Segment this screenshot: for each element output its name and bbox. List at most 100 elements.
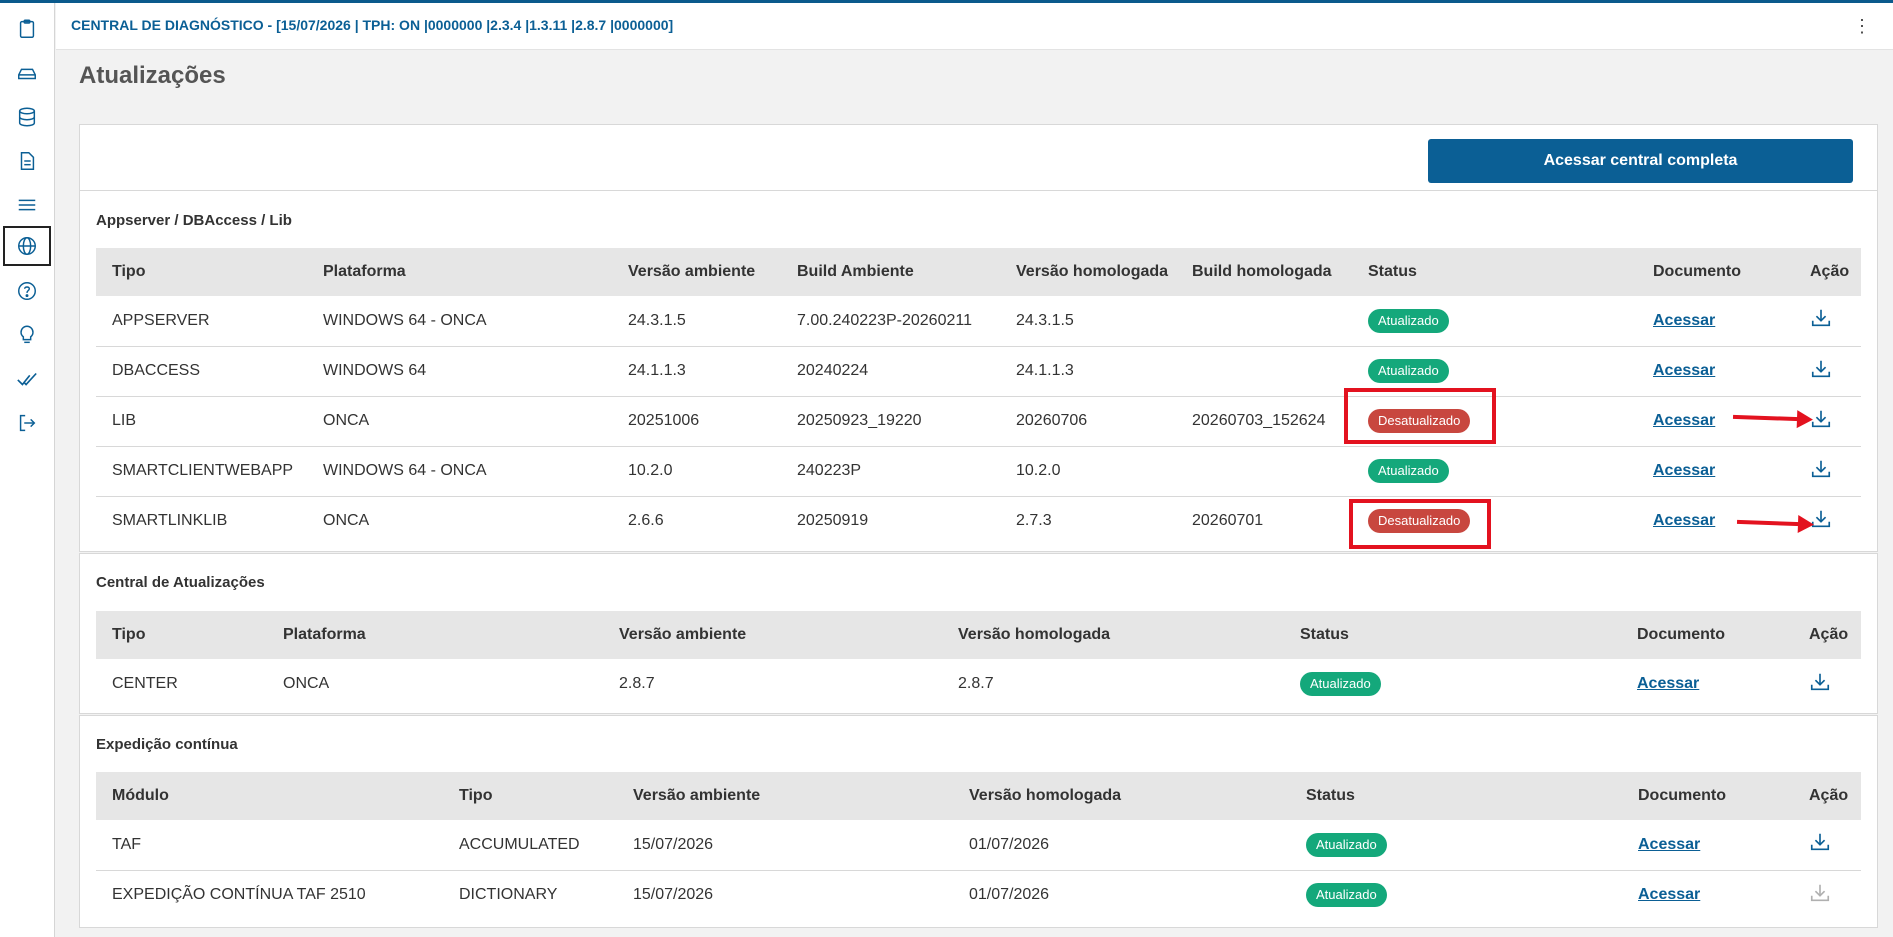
access-full-central-button[interactable]: Acessar central completa (1428, 139, 1853, 183)
table-row: SMARTLINKLIB ONCA 2.6.6 20250919 2.7.3 2… (96, 496, 1861, 546)
cell-versao-ambiente: 15/07/2026 (617, 820, 953, 871)
cell-build-homologada (1176, 346, 1352, 397)
status-badge: Atualizado (1368, 459, 1449, 483)
cell-build-ambiente: 240223P (781, 446, 1000, 497)
document-link[interactable]: Acessar (1653, 412, 1715, 429)
document-link[interactable]: Acessar (1638, 886, 1700, 903)
appserver-table: Tipo Plataforma Versão ambiente Build Am… (96, 248, 1861, 546)
cell-tipo: DBACCESS (96, 346, 307, 397)
globe-icon[interactable] (3, 226, 51, 266)
document-link[interactable]: Acessar (1653, 462, 1715, 479)
drive-icon[interactable] (9, 55, 45, 91)
cell-documento: Acessar (1637, 296, 1794, 347)
more-options-icon[interactable]: ⋮ (1853, 17, 1871, 35)
cell-build-ambiente: 20250919 (797, 512, 869, 530)
table-row: CENTER ONCA 2.8.7 2.8.7 Atualizado Acess… (96, 659, 1861, 709)
column-header[interactable]: Documento (1637, 248, 1794, 296)
status-badge: Atualizado (1306, 832, 1387, 857)
cell-acao (1794, 296, 1861, 347)
column-header[interactable]: Build Ambiente (781, 248, 1000, 296)
column-header[interactable]: Versão homologada (953, 772, 1290, 820)
column-header[interactable]: Tipo (96, 248, 307, 296)
cell-plataforma: ONCA (323, 512, 370, 530)
column-header[interactable]: Ação (1793, 772, 1861, 820)
list-icon[interactable] (9, 187, 45, 223)
lightbulb-icon[interactable] (9, 317, 45, 353)
expedicao-table: Módulo Tipo Versão ambiente Versão homol… (96, 772, 1861, 920)
database-icon[interactable] (9, 99, 45, 135)
cell-modulo: TAF (96, 820, 443, 871)
column-header[interactable]: Ação (1793, 611, 1861, 659)
check-icon[interactable] (9, 361, 45, 397)
cell-build-homologada (1176, 446, 1352, 497)
document-icon[interactable] (9, 143, 45, 179)
column-header[interactable]: Plataforma (307, 248, 612, 296)
download-icon[interactable] (1810, 358, 1832, 380)
document-link[interactable]: Acessar (1653, 312, 1715, 329)
cell-status: Atualizado (1284, 659, 1621, 709)
cell-versao-ambiente: 24.1.1.3 (612, 346, 781, 397)
cell-versao-homologada: 10.2.0 (1000, 446, 1176, 497)
column-header[interactable]: Módulo (96, 772, 443, 820)
column-header[interactable]: Status (1352, 248, 1637, 296)
section-title: Appserver / DBAccess / Lib (96, 212, 292, 229)
column-header[interactable]: Tipo (96, 611, 267, 659)
cell-acao (1793, 659, 1861, 709)
cell-status: Atualizado (1290, 820, 1622, 871)
cell-documento: Acessar (1637, 346, 1794, 397)
cell-versao-homologada: 2.7.3 (1016, 512, 1052, 530)
cell-tipo: LIB (96, 396, 307, 447)
cell-build-ambiente: 7.00.240223P-20260211 (781, 296, 1000, 347)
app-header: CENTRAL DE DIAGNÓSTICO - [15/07/2026 | T… (56, 3, 1893, 50)
column-header[interactable]: Versão ambiente (612, 248, 781, 296)
column-header[interactable]: Ação (1794, 248, 1861, 296)
download-icon[interactable] (1809, 882, 1831, 904)
table-row: SMARTCLIENTWEBAPP WINDOWS 64 - ONCA 10.2… (96, 446, 1861, 497)
document-link[interactable]: Acessar (1637, 675, 1699, 692)
central-table: Tipo Plataforma Versão ambiente Versão h… (96, 611, 1861, 709)
table-header-row: Tipo Plataforma Versão ambiente Build Am… (96, 248, 1861, 296)
cell-versao-ambiente: 2.8.7 (619, 675, 655, 692)
column-header[interactable]: Build homologada (1176, 248, 1352, 296)
column-header[interactable]: Versão homologada (942, 611, 1284, 659)
download-icon[interactable] (1810, 307, 1832, 329)
table-row: LIB ONCA 20251006 20250923_19220 2026070… (96, 396, 1861, 447)
cell-tipo: DICTIONARY (459, 886, 558, 904)
column-header[interactable]: Documento (1621, 611, 1793, 659)
column-header[interactable]: Versão ambiente (603, 611, 942, 659)
cell-versao-homologada: 24.1.1.3 (1000, 346, 1176, 397)
download-icon[interactable] (1809, 671, 1831, 693)
download-icon[interactable] (1810, 408, 1832, 430)
table-header-row: Tipo Plataforma Versão ambiente Versão h… (96, 611, 1861, 659)
column-header[interactable]: Versão ambiente (617, 772, 953, 820)
column-header[interactable]: Status (1290, 772, 1622, 820)
cell-plataforma: WINDOWS 64 - ONCA (307, 446, 612, 497)
highlight-box (1344, 388, 1496, 444)
status-badge: Atualizado (1368, 308, 1449, 333)
document-link[interactable]: Acessar (1638, 836, 1700, 853)
column-header[interactable]: Versão homologada (1000, 248, 1176, 296)
logout-icon[interactable] (9, 405, 45, 441)
column-header[interactable]: Tipo (443, 772, 617, 820)
table-row: EXPEDIÇÃO CONTÍNUA TAF 2510 DICTIONARY 1… (96, 870, 1861, 920)
cell-acao (1793, 820, 1861, 871)
cell-acao (1793, 870, 1861, 920)
column-header[interactable]: Status (1284, 611, 1621, 659)
cell-build-homologada: 20260701 (1192, 512, 1264, 530)
table-row: TAF ACCUMULATED 15/07/2026 01/07/2026 At… (96, 820, 1861, 871)
cell-build-ambiente: 20250923_19220 (781, 396, 1000, 447)
download-icon[interactable] (1809, 831, 1831, 853)
central-panel: Central de Atualizações Tipo Plataforma … (79, 553, 1878, 714)
document-link[interactable]: Acessar (1653, 512, 1715, 529)
column-header[interactable]: Plataforma (267, 611, 603, 659)
column-header[interactable]: Documento (1622, 772, 1793, 820)
cell-versao-ambiente: 15/07/2026 (633, 886, 714, 904)
cell-versao-homologada: 2.8.7 (958, 675, 994, 692)
clipboard-icon[interactable] (9, 11, 45, 47)
cell-plataforma: ONCA (283, 675, 330, 692)
cell-documento: Acessar (1637, 446, 1794, 497)
document-link[interactable]: Acessar (1653, 362, 1715, 379)
help-icon[interactable] (9, 273, 45, 309)
download-icon[interactable] (1810, 458, 1832, 480)
cell-documento: Acessar (1621, 659, 1793, 709)
